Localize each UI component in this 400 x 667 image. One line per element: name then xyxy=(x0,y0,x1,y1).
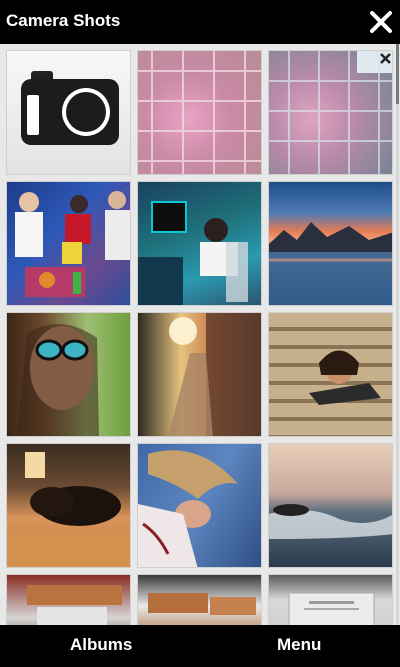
tile-grid-graphic xyxy=(138,51,261,174)
ocean-graphic xyxy=(269,504,392,539)
photo-thumbnail-sunset-street[interactable] xyxy=(137,312,262,437)
photo-thumbnail-computer-desk[interactable] xyxy=(137,181,262,306)
tile-window-graphic xyxy=(269,51,392,174)
lake-graphic xyxy=(269,222,392,305)
camera-thumbnail[interactable] xyxy=(6,50,131,175)
food-graphic-1 xyxy=(27,585,122,625)
photo-thumbnail-lake-sunset[interactable] xyxy=(268,181,393,306)
woman-sunglasses-graphic xyxy=(17,324,99,436)
photo-thumbnail-party[interactable] xyxy=(6,181,131,306)
thumbnail-grid xyxy=(0,44,400,625)
steps-graphic xyxy=(309,350,381,405)
scrollbar-track[interactable] xyxy=(396,44,399,625)
photo-thumbnail-dog-table[interactable] xyxy=(6,443,131,568)
camera-icon xyxy=(21,71,119,145)
photo-thumbnail-screen[interactable] xyxy=(268,574,393,625)
hair-flip-graphic xyxy=(138,450,238,567)
scrollbar-thumb[interactable] xyxy=(396,44,399,104)
photo-thumbnail-tiles[interactable] xyxy=(137,50,262,175)
menu-button[interactable]: Menu xyxy=(277,635,321,655)
dog-graphic xyxy=(7,452,130,567)
softkey-bar: Albums Menu xyxy=(0,625,400,667)
food-graphic-2 xyxy=(148,593,256,615)
page-title: Camera Shots xyxy=(6,11,121,30)
close-button[interactable] xyxy=(366,7,396,37)
photo-thumbnail-ocean-wave[interactable] xyxy=(268,443,393,568)
albums-button[interactable]: Albums xyxy=(70,635,132,655)
photo-thumbnail-food-2[interactable] xyxy=(137,574,262,625)
street-graphic xyxy=(168,313,261,436)
photo-thumbnail-food-1[interactable] xyxy=(6,574,131,625)
screen-graphic xyxy=(288,592,375,625)
party-graphic xyxy=(15,191,130,297)
close-icon xyxy=(370,11,392,33)
photo-thumbnail-woman-sunglasses[interactable] xyxy=(6,312,131,437)
title-bar: Camera Shots xyxy=(0,0,400,44)
photo-thumbnail-hair-flip[interactable] xyxy=(137,443,262,568)
photo-thumbnail-tiles-window[interactable] xyxy=(268,50,393,175)
desk-graphic xyxy=(138,201,248,305)
photo-thumbnail-woman-steps[interactable] xyxy=(268,312,393,437)
